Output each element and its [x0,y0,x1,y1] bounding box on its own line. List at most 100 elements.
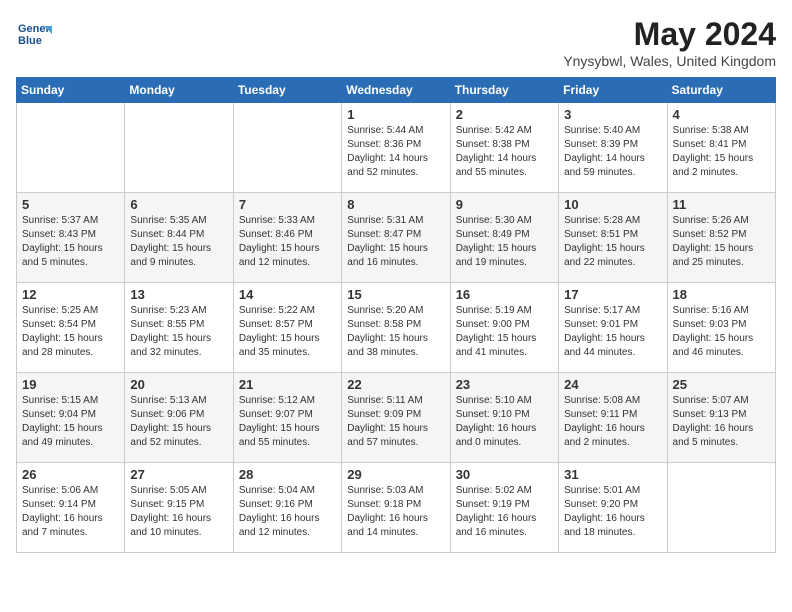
day-number: 11 [673,197,770,212]
day-number: 5 [22,197,119,212]
calendar-cell: 9Sunrise: 5:30 AM Sunset: 8:49 PM Daylig… [450,193,558,283]
calendar-cell: 1 Sunrise: 5:44 AM Sunset: 8:36 PM Daylig… [342,103,450,193]
logo-icon: General Blue [16,16,52,52]
day-info: Sunrise: 5:44 AM Sunset: 8:36 PM Dayligh… [347,124,444,180]
day-number: 19 [22,377,119,392]
day-number: 25 [673,377,770,392]
day-info: Sunrise: 5:40 AM Sunset: 8:39 PM Dayligh… [564,124,661,180]
page-header: General Blue May 2024 Ynysybwl, Wales, U… [16,16,776,69]
day-number: 29 [347,467,444,482]
day-number: 18 [673,287,770,302]
day-number: 26 [22,467,119,482]
day-info: Sunrise: 5:13 AM Sunset: 9:06 PM Dayligh… [130,394,227,450]
day-number: 23 [456,377,553,392]
day-info: Sunrise: 5:26 AM Sunset: 8:52 PM Dayligh… [673,214,770,270]
day-number: 13 [130,287,227,302]
calendar-cell: 4 Sunrise: 5:38 AM Sunset: 8:41 PM Daylig… [667,103,775,193]
calendar-cell: 25Sunrise: 5:07 AM Sunset: 9:13 PM Dayli… [667,373,775,463]
day-info: Sunrise: 5:03 AM Sunset: 9:18 PM Dayligh… [347,484,444,540]
day-number: 15 [347,287,444,302]
day-number: 2 [456,107,553,122]
svg-text:General: General [18,23,52,35]
calendar-cell: 29 Sunrise: 5:03 AM Sunset: 9:18 PM Dayli… [342,463,450,553]
day-number: 7 [239,197,336,212]
calendar-cell: 5 Sunrise: 5:37 AM Sunset: 8:43 PM Daylig… [17,193,125,283]
calendar-cell: 23 Sunrise: 5:10 AM Sunset: 9:10 PM Dayli… [450,373,558,463]
day-number: 17 [564,287,661,302]
calendar-cell: 15 Sunrise: 5:20 AM Sunset: 8:58 PM Dayli… [342,283,450,373]
day-info: Sunrise: 5:05 AM Sunset: 9:15 PM Dayligh… [130,484,227,540]
calendar-cell: 19 Sunrise: 5:15 AM Sunset: 9:04 PM Dayli… [17,373,125,463]
weekday-header-tuesday: Tuesday [233,78,341,103]
day-info: Sunrise: 5:16 AM Sunset: 9:03 PM Dayligh… [673,304,770,360]
day-number: 1 [347,107,444,122]
day-number: 6 [130,197,227,212]
weekday-header-saturday: Saturday [667,78,775,103]
calendar-week-1: 1 Sunrise: 5:44 AM Sunset: 8:36 PM Daylig… [17,103,776,193]
calendar-cell: 18 Sunrise: 5:16 AM Sunset: 9:03 PM Dayli… [667,283,775,373]
weekday-header-sunday: Sunday [17,78,125,103]
day-info: Sunrise: 5:31 AM Sunset: 8:47 PM Dayligh… [347,214,444,270]
calendar-week-3: 12 Sunrise: 5:25 AM Sunset: 8:54 PM Dayli… [17,283,776,373]
calendar-cell: 20 Sunrise: 5:13 AM Sunset: 9:06 PM Dayli… [125,373,233,463]
day-number: 20 [130,377,227,392]
day-info: Sunrise: 5:22 AM Sunset: 8:57 PM Dayligh… [239,304,336,360]
day-info: Sunrise: 5:42 AM Sunset: 8:38 PM Dayligh… [456,124,553,180]
day-info: Sunrise: 5:08 AM Sunset: 9:11 PM Dayligh… [564,394,661,450]
day-info: Sunrise: 5:25 AM Sunset: 8:54 PM Dayligh… [22,304,119,360]
day-info: Sunrise: 5:02 AM Sunset: 9:19 PM Dayligh… [456,484,553,540]
calendar-week-4: 19 Sunrise: 5:15 AM Sunset: 9:04 PM Dayli… [17,373,776,463]
day-info: Sunrise: 5:28 AM Sunset: 8:51 PM Dayligh… [564,214,661,270]
day-info: Sunrise: 5:10 AM Sunset: 9:10 PM Dayligh… [456,394,553,450]
calendar-title: May 2024 [563,16,776,53]
weekday-header-monday: Monday [125,78,233,103]
calendar-cell: 26 Sunrise: 5:06 AM Sunset: 9:14 PM Dayli… [17,463,125,553]
calendar-cell: 10 Sunrise: 5:28 AM Sunset: 8:51 PM Dayli… [559,193,667,283]
day-info: Sunrise: 5:06 AM Sunset: 9:14 PM Dayligh… [22,484,119,540]
day-number: 3 [564,107,661,122]
calendar-cell: 17Sunrise: 5:17 AM Sunset: 9:01 PM Dayli… [559,283,667,373]
day-number: 12 [22,287,119,302]
calendar-cell: 11 Sunrise: 5:26 AM Sunset: 8:52 PM Dayli… [667,193,775,283]
calendar-cell: 2 Sunrise: 5:42 AM Sunset: 8:38 PM Daylig… [450,103,558,193]
day-number: 30 [456,467,553,482]
calendar-cell: 22 Sunrise: 5:11 AM Sunset: 9:09 PM Dayli… [342,373,450,463]
calendar-cell: 31Sunrise: 5:01 AM Sunset: 9:20 PM Dayli… [559,463,667,553]
day-info: Sunrise: 5:12 AM Sunset: 9:07 PM Dayligh… [239,394,336,450]
day-info: Sunrise: 5:35 AM Sunset: 8:44 PM Dayligh… [130,214,227,270]
calendar-week-2: 5 Sunrise: 5:37 AM Sunset: 8:43 PM Daylig… [17,193,776,283]
calendar-cell: 12 Sunrise: 5:25 AM Sunset: 8:54 PM Dayli… [17,283,125,373]
day-info: Sunrise: 5:15 AM Sunset: 9:04 PM Dayligh… [22,394,119,450]
day-number: 31 [564,467,661,482]
weekday-header-row: SundayMondayTuesdayWednesdayThursdayFrid… [17,78,776,103]
day-number: 10 [564,197,661,212]
calendar-cell [667,463,775,553]
weekday-header-thursday: Thursday [450,78,558,103]
day-number: 27 [130,467,227,482]
day-info: Sunrise: 5:23 AM Sunset: 8:55 PM Dayligh… [130,304,227,360]
calendar-cell [17,103,125,193]
day-number: 9 [456,197,553,212]
day-number: 16 [456,287,553,302]
calendar-cell [125,103,233,193]
day-info: Sunrise: 5:33 AM Sunset: 8:46 PM Dayligh… [239,214,336,270]
calendar-week-5: 26 Sunrise: 5:06 AM Sunset: 9:14 PM Dayli… [17,463,776,553]
day-number: 4 [673,107,770,122]
calendar-cell: 6 Sunrise: 5:35 AM Sunset: 8:44 PM Daylig… [125,193,233,283]
day-number: 28 [239,467,336,482]
svg-text:Blue: Blue [18,35,42,47]
calendar-cell: 7 Sunrise: 5:33 AM Sunset: 8:46 PM Daylig… [233,193,341,283]
calendar-cell: 3 Sunrise: 5:40 AM Sunset: 8:39 PM Daylig… [559,103,667,193]
calendar-cell: 16Sunrise: 5:19 AM Sunset: 9:00 PM Dayli… [450,283,558,373]
day-number: 8 [347,197,444,212]
calendar-cell: 13 Sunrise: 5:23 AM Sunset: 8:55 PM Dayli… [125,283,233,373]
day-info: Sunrise: 5:37 AM Sunset: 8:43 PM Dayligh… [22,214,119,270]
calendar-cell [233,103,341,193]
day-number: 21 [239,377,336,392]
weekday-header-wednesday: Wednesday [342,78,450,103]
day-number: 22 [347,377,444,392]
day-info: Sunrise: 5:20 AM Sunset: 8:58 PM Dayligh… [347,304,444,360]
day-info: Sunrise: 5:38 AM Sunset: 8:41 PM Dayligh… [673,124,770,180]
day-info: Sunrise: 5:11 AM Sunset: 9:09 PM Dayligh… [347,394,444,450]
calendar-cell: 8 Sunrise: 5:31 AM Sunset: 8:47 PM Daylig… [342,193,450,283]
